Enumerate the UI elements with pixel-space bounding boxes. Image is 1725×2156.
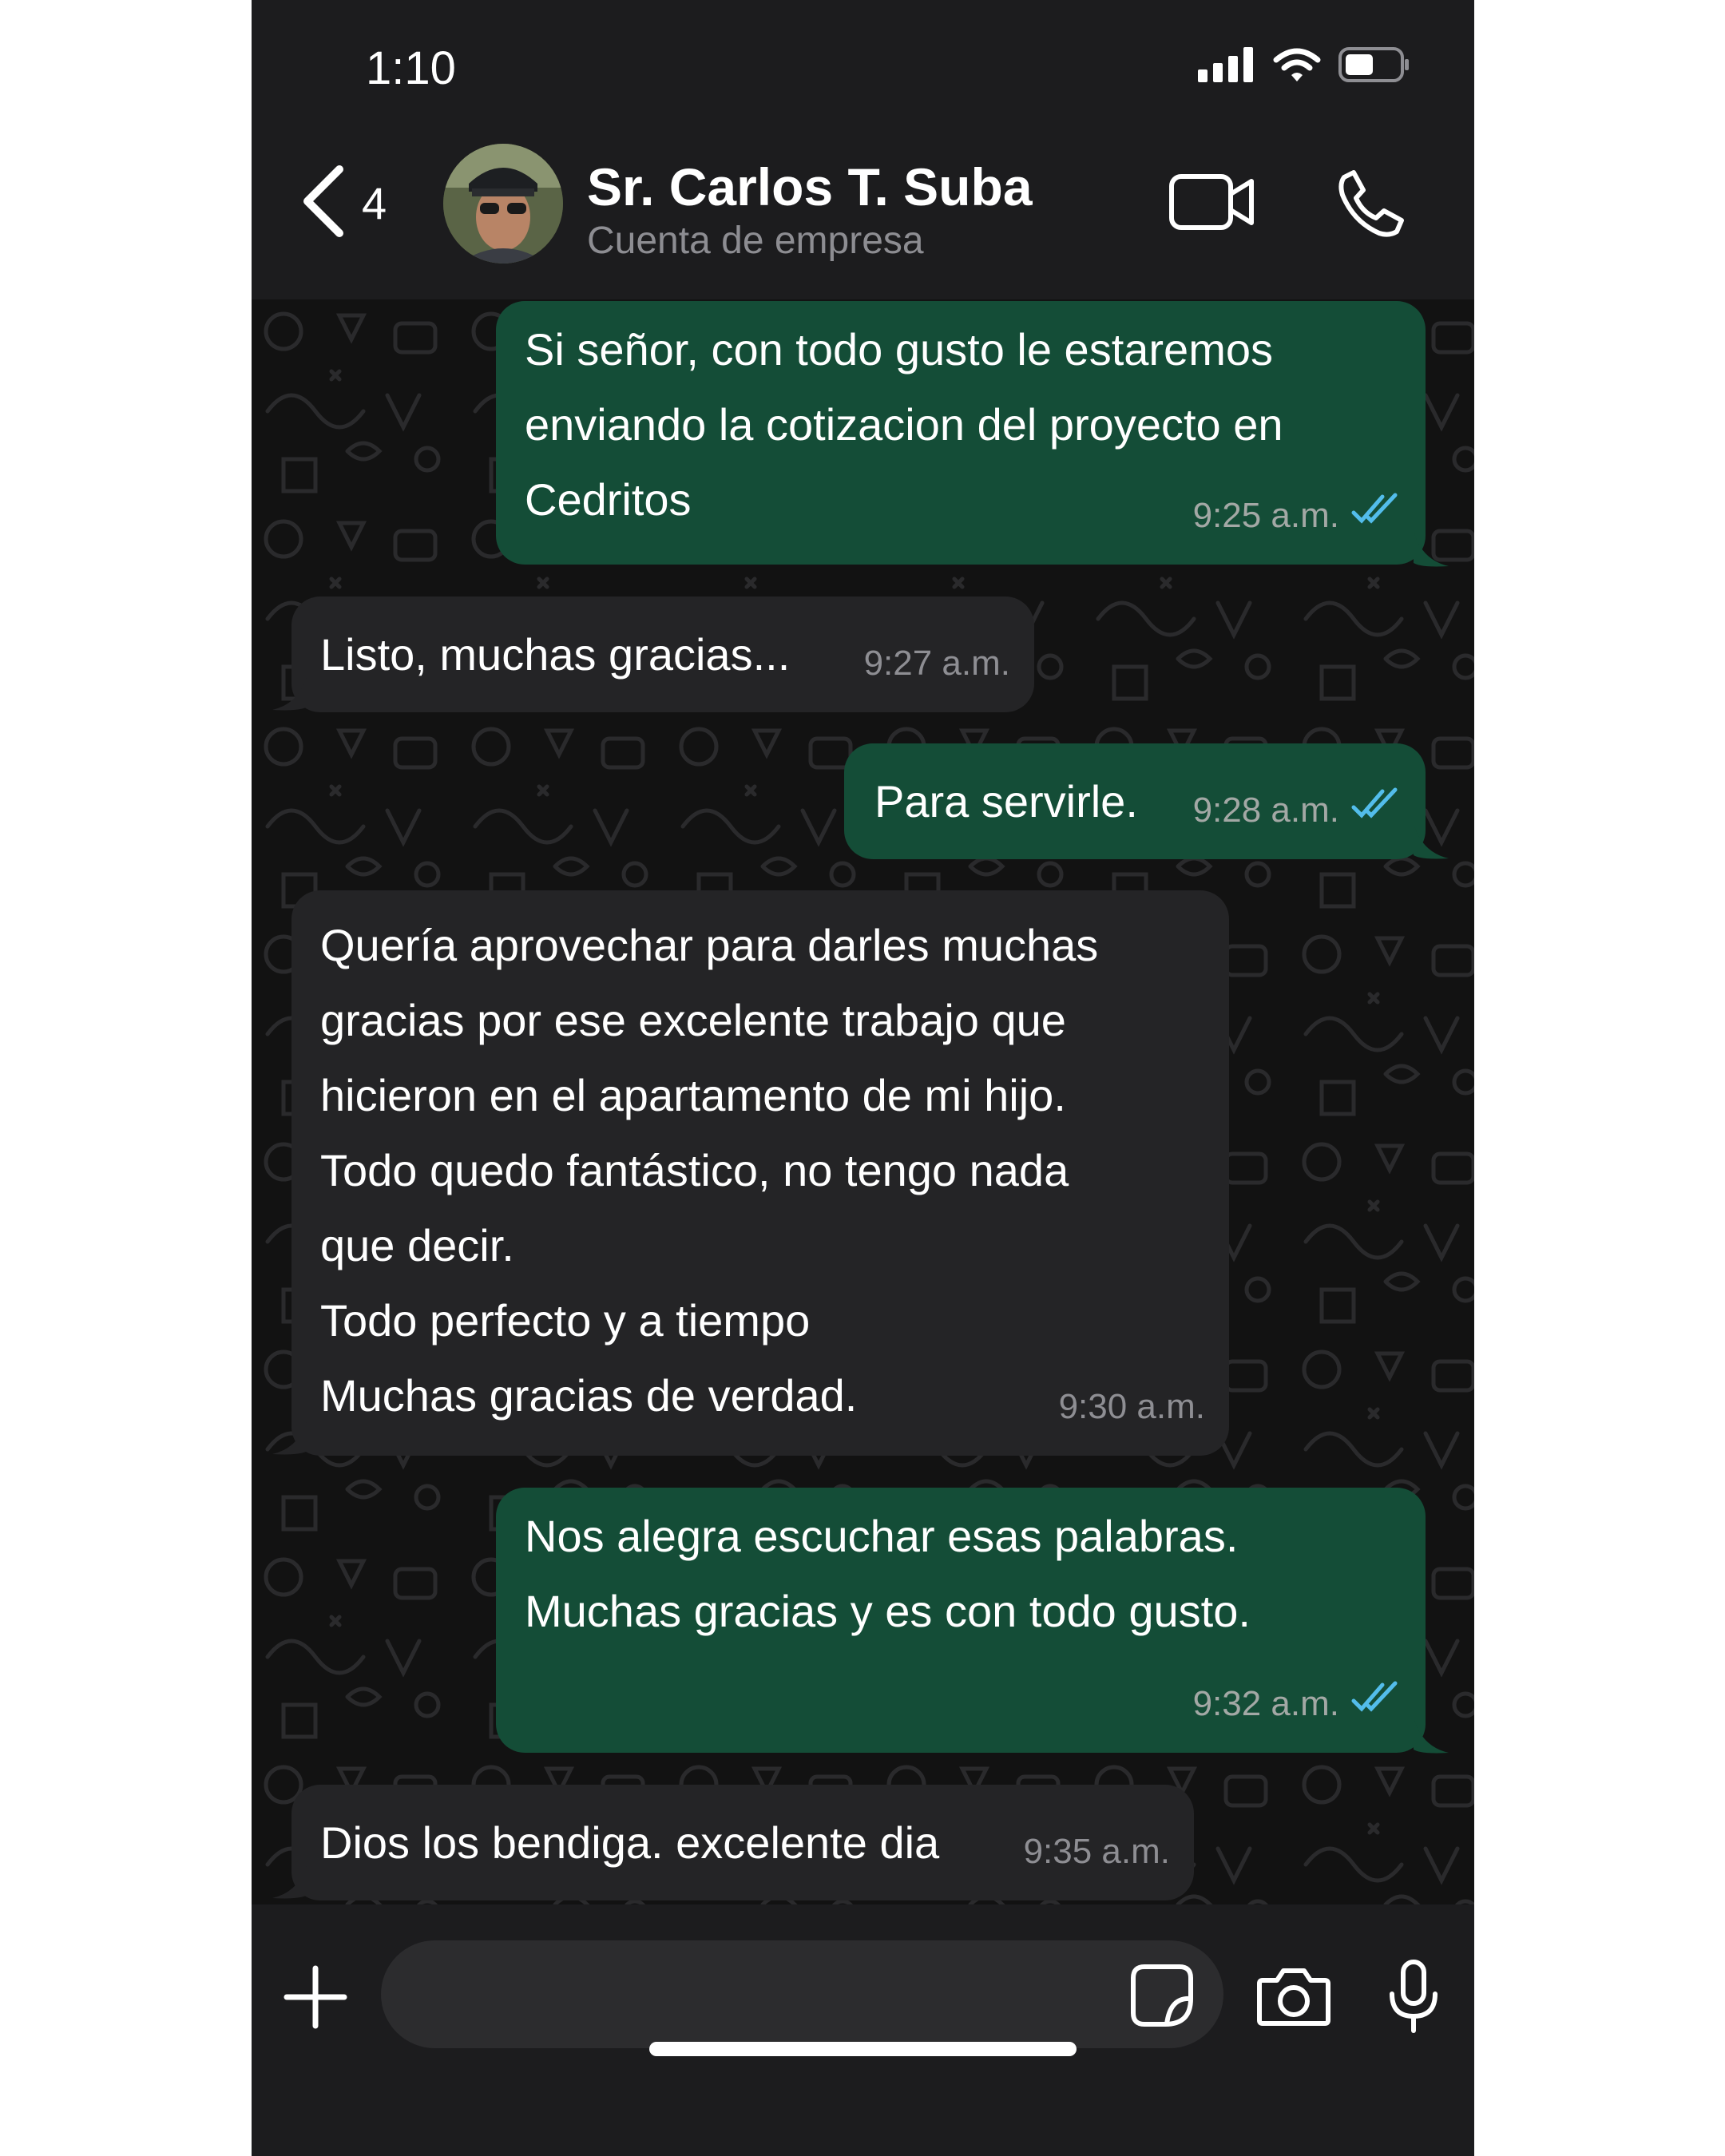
microphone-button[interactable] (1386, 1959, 1441, 2038)
message-composer (252, 1904, 1474, 2156)
unread-count: 4 (362, 178, 387, 228)
message-list[interactable]: Si señor, con todo gusto le estaremos en… (252, 299, 1474, 1904)
message-text: Quería aprovechar para darles muchas gra… (320, 920, 1099, 1421)
message-incoming[interactable]: Dios los bendiga. excelente dia 9:35 a.m… (291, 1785, 1194, 1900)
message-meta: 9:25 a.m. (1193, 478, 1402, 553)
battery-icon (1338, 46, 1410, 87)
message-meta: 9:30 a.m. (1059, 1369, 1205, 1445)
read-ticks-icon (1350, 773, 1402, 848)
home-indicator (649, 2042, 1077, 2056)
status-time: 1:10 (366, 42, 456, 94)
bubble-tail (272, 675, 307, 711)
contact-subtitle: Cuenta de empresa (587, 220, 924, 262)
sticker-icon (1128, 1964, 1196, 2032)
contact-name[interactable]: Sr. Carlos T. Suba (587, 157, 1033, 217)
plus-icon (284, 1965, 347, 2032)
bubble-tail (1414, 823, 1449, 859)
message-time: 9:30 a.m. (1058, 1387, 1205, 1426)
read-ticks-icon (1350, 478, 1402, 553)
message-time: 9:35 a.m. (1023, 1832, 1170, 1871)
message-time: 9:27 a.m. (863, 644, 1010, 683)
message-time: 9:28 a.m. (1192, 791, 1339, 830)
status-icons (1198, 46, 1410, 87)
message-meta: 9:28 a.m. (1193, 773, 1402, 848)
voice-call-button[interactable] (1336, 168, 1406, 242)
bubble-tail (1414, 531, 1449, 567)
video-call-button[interactable] (1168, 172, 1256, 236)
message-time: 9:32 a.m. (1192, 1684, 1339, 1723)
message-outgoing[interactable]: Nos alegra escuchar esas palabras. Mucha… (496, 1488, 1426, 1753)
cellular-signal-icon (1198, 47, 1255, 86)
chevron-left-icon (301, 164, 346, 242)
sticker-button[interactable] (1128, 1962, 1196, 2033)
camera-button[interactable] (1256, 1964, 1331, 2031)
bubble-tail (1414, 1718, 1449, 1754)
message-outgoing[interactable]: Si señor, con todo gusto le estaremos en… (496, 301, 1426, 565)
message-time: 9:25 a.m. (1192, 496, 1339, 535)
message-outgoing[interactable]: Para servirle. 9:28 a.m. (844, 743, 1426, 859)
camera-icon (1256, 1968, 1331, 2030)
wifi-icon (1273, 47, 1321, 86)
video-camera-icon (1168, 174, 1256, 236)
phone-icon (1336, 170, 1406, 241)
bubble-tail (272, 1863, 307, 1899)
message-meta: 9:35 a.m. (1024, 1814, 1170, 1889)
message-text: Nos alegra escuchar esas palabras. Mucha… (525, 1511, 1251, 1636)
back-button[interactable]: 4 (301, 164, 387, 242)
message-input[interactable] (381, 1940, 1223, 2048)
chat-header: 1:10 4 Sr. Carlos T. Suba Cuenta de empr… (252, 0, 1474, 299)
message-meta: 9:32 a.m. (1193, 1667, 1402, 1742)
message-meta: 9:27 a.m. (864, 626, 1010, 701)
phone-screen: 1:10 4 Sr. Carlos T. Suba Cuenta de empr… (252, 0, 1474, 2156)
read-ticks-icon (1350, 1667, 1402, 1742)
avatar[interactable] (443, 144, 563, 264)
attach-button[interactable] (284, 1965, 347, 2033)
microphone-icon (1386, 1960, 1441, 2037)
message-incoming[interactable]: Listo, muchas gracias... 9:27 a.m. (291, 596, 1034, 712)
bubble-tail (272, 1419, 307, 1455)
message-incoming[interactable]: Quería aprovechar para darles muchas gra… (291, 890, 1229, 1456)
